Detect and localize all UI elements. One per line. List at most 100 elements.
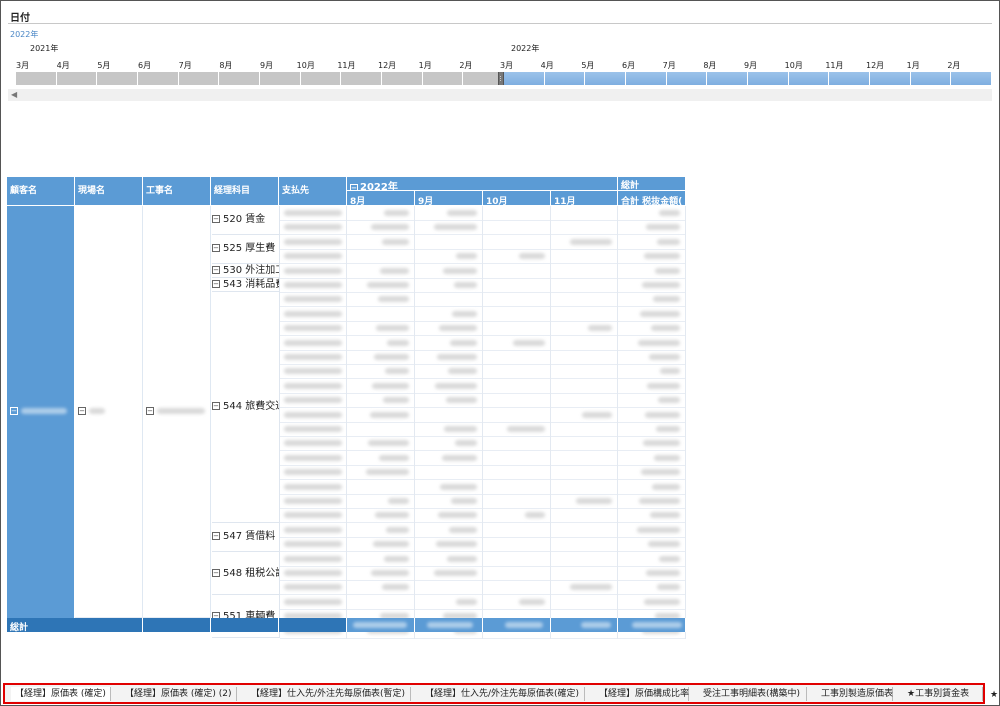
vendor-cell[interactable]	[280, 407, 347, 423]
timeline-month-cell[interactable]	[504, 72, 545, 85]
table-row[interactable]	[280, 393, 686, 409]
value-cell[interactable]	[618, 378, 686, 394]
header-vendor[interactable]: 支払先	[279, 177, 347, 206]
value-cell[interactable]	[483, 350, 551, 365]
timeline-scrollbar[interactable]: ◀	[8, 89, 992, 101]
value-cell[interactable]	[551, 422, 618, 437]
value-cell[interactable]	[483, 206, 551, 221]
value-cell[interactable]	[415, 537, 483, 553]
value-cell[interactable]	[347, 594, 415, 610]
sheet-tab[interactable]: 工事別製造原価表	[817, 687, 893, 701]
value-cell[interactable]	[551, 566, 618, 581]
table-row[interactable]	[280, 278, 686, 293]
vendor-cell[interactable]	[280, 566, 347, 581]
value-cell[interactable]	[618, 436, 686, 452]
value-cell[interactable]	[618, 220, 686, 236]
value-cell[interactable]	[347, 551, 415, 567]
table-row[interactable]	[280, 551, 686, 567]
table-row[interactable]	[280, 249, 686, 265]
value-cell[interactable]	[483, 508, 551, 524]
customer-cell[interactable]: −	[7, 206, 75, 618]
value-cell[interactable]	[551, 350, 618, 365]
vendor-cell[interactable]	[280, 249, 347, 265]
value-cell[interactable]	[618, 321, 686, 337]
timeline-month-cell[interactable]	[707, 72, 748, 85]
vendor-cell[interactable]	[280, 263, 347, 279]
timeline-month-cell[interactable]	[97, 72, 138, 85]
value-cell[interactable]	[618, 350, 686, 365]
value-cell[interactable]	[618, 364, 686, 380]
value-cell[interactable]	[483, 378, 551, 394]
timeline-month-cell[interactable]	[219, 72, 260, 85]
vendor-cell[interactable]	[280, 494, 347, 509]
value-cell[interactable]	[483, 278, 551, 293]
value-cell[interactable]	[415, 306, 483, 322]
value-cell[interactable]	[618, 407, 686, 423]
account-cell[interactable]: −547 賃借料	[212, 522, 280, 552]
vendor-cell[interactable]	[280, 378, 347, 394]
value-cell[interactable]	[551, 580, 618, 596]
account-cell[interactable]: −544 旅費交通	[212, 292, 280, 523]
value-cell[interactable]	[551, 263, 618, 279]
timeline-month-cell[interactable]	[56, 72, 98, 85]
value-cell[interactable]	[415, 508, 483, 524]
value-cell[interactable]	[483, 450, 551, 466]
value-cell[interactable]	[551, 206, 618, 221]
value-cell[interactable]	[347, 220, 415, 236]
value-cell[interactable]	[347, 465, 415, 481]
value-cell[interactable]	[347, 378, 415, 394]
header-month-8[interactable]: 8月	[347, 191, 415, 206]
sheet-tab[interactable]: 受注工事明細表(構築中)	[699, 687, 807, 701]
value-cell[interactable]	[483, 263, 551, 279]
value-cell[interactable]	[347, 364, 415, 380]
vendor-cell[interactable]	[280, 422, 347, 437]
value-cell[interactable]	[551, 364, 618, 380]
value-cell[interactable]	[551, 306, 618, 322]
vendor-cell[interactable]	[280, 450, 347, 466]
collapse-icon[interactable]: −	[212, 265, 220, 274]
value-cell[interactable]	[483, 220, 551, 236]
timeline-month-cell[interactable]	[829, 72, 870, 85]
table-row[interactable]	[280, 537, 686, 553]
vendor-cell[interactable]	[280, 206, 347, 221]
value-cell[interactable]	[415, 234, 483, 250]
value-cell[interactable]	[415, 422, 483, 437]
value-cell[interactable]	[483, 594, 551, 610]
collapse-icon[interactable]: −	[212, 243, 220, 252]
value-cell[interactable]	[347, 422, 415, 437]
value-cell[interactable]	[415, 378, 483, 394]
table-row[interactable]	[280, 566, 686, 581]
table-row[interactable]	[280, 522, 686, 538]
value-cell[interactable]	[618, 206, 686, 221]
timeline-month-cell[interactable]	[951, 72, 992, 85]
timeline-month-cell[interactable]	[870, 72, 911, 85]
timeline-month-cell[interactable]	[382, 72, 423, 85]
value-cell[interactable]	[347, 321, 415, 337]
value-cell[interactable]	[347, 436, 415, 452]
value-cell[interactable]	[415, 407, 483, 423]
project-cell[interactable]: −	[143, 206, 211, 618]
value-cell[interactable]	[415, 580, 483, 596]
table-row[interactable]	[280, 594, 686, 610]
collapse-icon[interactable]: −	[212, 531, 220, 540]
vendor-cell[interactable]	[280, 551, 347, 567]
value-cell[interactable]	[551, 594, 618, 610]
table-row[interactable]	[280, 494, 686, 509]
value-cell[interactable]	[347, 580, 415, 596]
value-cell[interactable]	[347, 335, 415, 351]
vendor-cell[interactable]	[280, 393, 347, 409]
table-row[interactable]	[280, 335, 686, 351]
value-cell[interactable]	[483, 407, 551, 423]
collapse-icon[interactable]: −	[10, 406, 18, 415]
value-cell[interactable]	[415, 321, 483, 337]
value-cell[interactable]	[551, 393, 618, 409]
value-cell[interactable]	[618, 522, 686, 538]
value-cell[interactable]	[415, 479, 483, 495]
timeline-month-cell[interactable]	[300, 72, 342, 85]
value-cell[interactable]	[483, 551, 551, 567]
value-cell[interactable]	[618, 234, 686, 250]
table-row[interactable]	[280, 479, 686, 495]
value-cell[interactable]	[618, 263, 686, 279]
vendor-cell[interactable]	[280, 306, 347, 322]
vendor-cell[interactable]	[280, 522, 347, 538]
